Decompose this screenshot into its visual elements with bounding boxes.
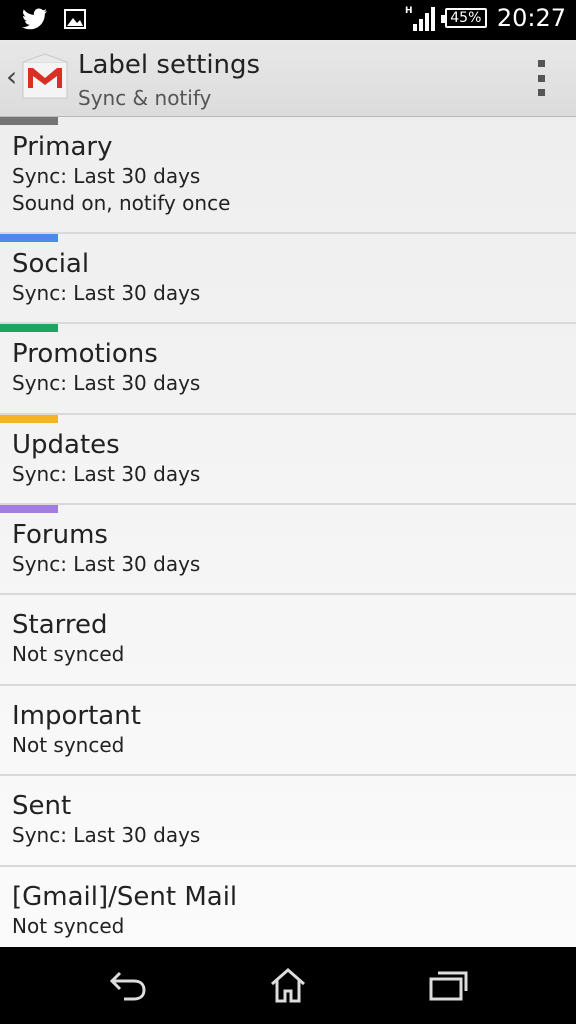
label-sync-status: Sync: Last 30 days: [12, 281, 201, 305]
recent-apps-icon[interactable]: [426, 965, 470, 1005]
page-title: Label settings: [78, 50, 261, 80]
gmail-icon[interactable]: [20, 52, 70, 102]
image-icon: [64, 9, 86, 29]
label-color-bar: [0, 505, 58, 513]
label-name: Primary: [12, 132, 113, 162]
status-bar: H 45% 20:27: [0, 0, 576, 40]
label-color-bar: [0, 117, 58, 125]
label-notify-status: Sound on, notify once: [12, 191, 231, 215]
label-name: Sent: [12, 791, 72, 821]
label-name: Updates: [12, 430, 120, 460]
battery-percentage: 45%: [450, 10, 482, 26]
label-item-gmail-sent-mail[interactable]: [Gmail]/Sent Mail Not synced: [0, 867, 576, 947]
clock: 20:27: [496, 4, 566, 32]
label-item-important[interactable]: Important Not synced: [0, 686, 576, 776]
label-list: Primary Sync: Last 30 days Sound on, not…: [0, 117, 576, 947]
system-indicators: H 45% 20:27: [405, 4, 566, 32]
label-item-updates[interactable]: Updates Sync: Last 30 days: [0, 415, 576, 505]
label-name: Promotions: [12, 339, 158, 369]
label-name: Social: [12, 249, 90, 279]
navigation-bar: [0, 947, 576, 1024]
label-color-bar: [0, 324, 58, 332]
label-item-sent[interactable]: Sent Sync: Last 30 days: [0, 776, 576, 867]
label-name: Starred: [12, 610, 108, 640]
label-item-forums[interactable]: Forums Sync: Last 30 days: [0, 505, 576, 595]
page-subtitle: Sync & notify: [78, 86, 212, 110]
label-sync-status: Not synced: [12, 914, 125, 938]
label-sync-status: Sync: Last 30 days: [12, 462, 201, 486]
label-sync-status: Sync: Last 30 days: [12, 164, 201, 188]
label-color-bar: [0, 415, 58, 423]
label-name: [Gmail]/Sent Mail: [12, 882, 238, 912]
signal-type-label: H: [405, 6, 413, 16]
notification-icons: [22, 8, 86, 30]
label-sync-status: Not synced: [12, 642, 125, 666]
label-color-bar: [0, 234, 58, 242]
back-caret-icon[interactable]: ‹: [6, 60, 17, 93]
label-sync-status: Sync: Last 30 days: [12, 823, 201, 847]
home-icon[interactable]: [266, 965, 310, 1005]
back-icon[interactable]: [106, 965, 150, 1005]
battery-icon: 45%: [440, 8, 487, 28]
label-item-starred[interactable]: Starred Not synced: [0, 595, 576, 686]
label-item-promotions[interactable]: Promotions Sync: Last 30 days: [0, 324, 576, 415]
label-name: Important: [12, 701, 141, 731]
label-item-social[interactable]: Social Sync: Last 30 days: [0, 234, 576, 324]
label-sync-status: Sync: Last 30 days: [12, 552, 201, 576]
hspa-signal-icon: H: [405, 6, 435, 31]
label-sync-status: Not synced: [12, 733, 125, 757]
label-sync-status: Sync: Last 30 days: [12, 371, 201, 395]
label-name: Forums: [12, 520, 108, 550]
twitter-icon: [22, 8, 47, 30]
overflow-menu-icon[interactable]: [536, 60, 546, 96]
action-bar: ‹ Label settings Sync & notify: [0, 40, 576, 117]
label-item-primary[interactable]: Primary Sync: Last 30 days Sound on, not…: [0, 117, 576, 234]
